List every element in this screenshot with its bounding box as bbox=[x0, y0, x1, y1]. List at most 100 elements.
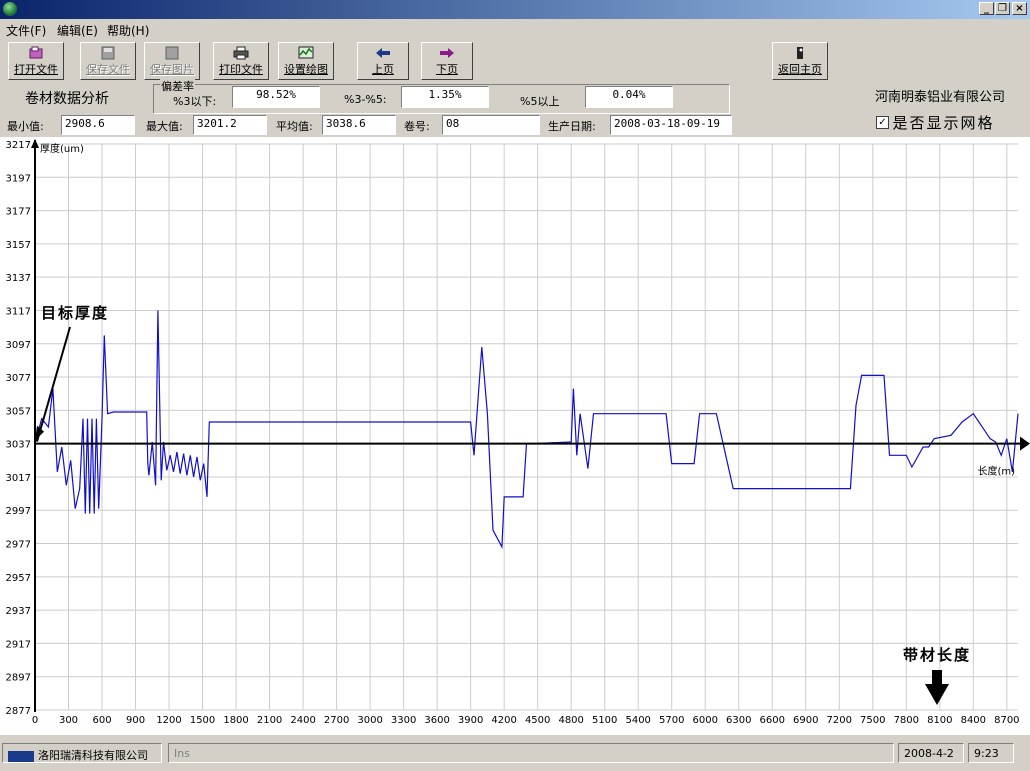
x-tick-label: 3900 bbox=[458, 715, 483, 726]
chart-area: 0 300 600 900 1200 1500 1800 2100 2400 2700 3000 33… bbox=[0, 137, 1030, 735]
y-tick-label: 2917 bbox=[6, 639, 31, 650]
strip-length-arrow bbox=[925, 670, 949, 705]
x-tick-label: 8700 bbox=[994, 715, 1019, 726]
save-file-icon bbox=[101, 46, 115, 60]
x-tick-label: 1200 bbox=[156, 715, 181, 726]
x-tick-label: 4200 bbox=[491, 715, 516, 726]
y-tick-label: 2977 bbox=[6, 540, 31, 551]
status-time-panel: 9:23 bbox=[968, 743, 1014, 763]
save-image-button[interactable]: 保存图片 bbox=[144, 42, 200, 80]
y-tick-label: 2997 bbox=[6, 506, 31, 517]
status-bar: 洛阳瑞清科技有限公司 Ins 2008-4-2 9:23 bbox=[0, 740, 1030, 771]
coil-label: 卷号: bbox=[404, 120, 430, 133]
prev-page-button[interactable]: 上页 bbox=[357, 42, 409, 80]
target-annotation: 目标厚度 bbox=[41, 304, 109, 322]
arrow-left-icon bbox=[376, 48, 390, 58]
grid-checkbox[interactable]: ✓ bbox=[876, 116, 889, 129]
thickness-chart: 0 300 600 900 1200 1500 1800 2100 2400 2700 3000 33… bbox=[6, 139, 1030, 726]
x-tick-label: 5100 bbox=[592, 715, 617, 726]
exit-door-icon bbox=[797, 47, 803, 59]
next-page-label: 下页 bbox=[436, 63, 458, 76]
print-file-label: 打印文件 bbox=[219, 63, 263, 76]
save-file-button[interactable]: 保存文件 bbox=[80, 42, 136, 80]
x-tick-label: 900 bbox=[126, 715, 145, 726]
return-home-label: 返回主页 bbox=[778, 63, 822, 76]
menu-help[interactable]: 帮助(H) bbox=[107, 22, 149, 39]
menu-file[interactable]: 文件(F) bbox=[6, 22, 46, 39]
print-file-button[interactable]: 打印文件 bbox=[213, 42, 269, 80]
y-tick-label: 2897 bbox=[6, 673, 31, 684]
max-label: 最大值: bbox=[146, 120, 183, 133]
y-tick-label: 2877 bbox=[6, 706, 31, 717]
grid-toggle[interactable]: ✓ 是否显示网格 bbox=[876, 112, 995, 133]
keyboard-icon bbox=[8, 750, 34, 762]
toolbar: 打开文件 保存文件 保存图片 打印文件 设置绘图 上页 下页 返回主页 bbox=[0, 39, 1030, 83]
avg-value: 3038.6 bbox=[322, 115, 396, 135]
min-label: 最小值: bbox=[7, 120, 44, 133]
status-company-panel: 洛阳瑞清科技有限公司 bbox=[2, 743, 162, 763]
max-value: 3201.2 bbox=[193, 115, 267, 135]
x-tick-label: 5700 bbox=[659, 715, 684, 726]
x-tick-label: 600 bbox=[92, 715, 111, 726]
x-tick-label: 4800 bbox=[558, 715, 583, 726]
y-tick-label: 3157 bbox=[6, 240, 31, 251]
x-tick-label: 3300 bbox=[391, 715, 416, 726]
x-tick-label: 7500 bbox=[860, 715, 885, 726]
x-tick-label: 6300 bbox=[726, 715, 751, 726]
min-value: 2908.6 bbox=[61, 115, 135, 135]
close-button[interactable]: × bbox=[1012, 2, 1027, 15]
minimize-button[interactable]: _ bbox=[979, 2, 994, 15]
open-file-icon bbox=[29, 46, 43, 59]
menu-edit[interactable]: 编辑(E) bbox=[57, 22, 98, 39]
grid-checkbox-label: 是否显示网格 bbox=[892, 114, 995, 132]
between3-5-label: %3-%5: bbox=[344, 93, 387, 106]
x-tick-label: 4500 bbox=[525, 715, 550, 726]
app-icon bbox=[3, 2, 17, 16]
y-tick-label: 3197 bbox=[6, 173, 31, 184]
company-name: 河南明泰铝业有限公司 bbox=[875, 90, 1006, 105]
return-home-button[interactable]: 返回主页 bbox=[772, 42, 828, 80]
date-value: 2008-03-18-09-19 bbox=[610, 115, 732, 135]
y-tick-label: 3177 bbox=[6, 207, 31, 218]
y-tick-label: 3217 bbox=[6, 140, 31, 151]
above5-value: 0.04% bbox=[585, 86, 673, 108]
open-file-label: 打开文件 bbox=[14, 63, 58, 76]
strip-length-annotation: 带材长度 bbox=[903, 646, 971, 664]
date-label: 生产日期: bbox=[548, 120, 596, 133]
save-image-label: 保存图片 bbox=[150, 63, 194, 76]
restore-button[interactable]: ❐ bbox=[995, 2, 1010, 15]
page-title: 卷材数据分析 bbox=[25, 91, 109, 107]
plot-settings-button[interactable]: 设置绘图 bbox=[278, 42, 334, 80]
target-annotation-arrowhead bbox=[35, 425, 44, 441]
below3-label: %3以下: bbox=[173, 95, 217, 108]
x-tick-label: 7800 bbox=[894, 715, 919, 726]
status-mode-panel: Ins bbox=[168, 743, 894, 763]
plot-settings-label: 设置绘图 bbox=[284, 63, 328, 76]
open-file-button[interactable]: 打开文件 bbox=[8, 42, 64, 80]
x-tick-label: 2700 bbox=[324, 715, 349, 726]
y-tick-label: 3097 bbox=[6, 340, 31, 351]
x-tick-label: 6600 bbox=[760, 715, 785, 726]
x-tick-label: 0 bbox=[32, 715, 38, 726]
menu-bar: 文件(F) 编辑(E) 帮助(H) bbox=[0, 19, 1030, 39]
status-time: 9:23 bbox=[974, 747, 999, 760]
y-tick-label: 2937 bbox=[6, 606, 31, 617]
printer-icon bbox=[233, 46, 249, 60]
y-tick-label: 2957 bbox=[6, 573, 31, 584]
x-tick-label: 2400 bbox=[290, 715, 315, 726]
y-tick-label: 3057 bbox=[6, 406, 31, 417]
x-tick-label: 1800 bbox=[223, 715, 248, 726]
prev-page-label: 上页 bbox=[372, 63, 394, 76]
x-tick-label: 8100 bbox=[927, 715, 952, 726]
above5-label: %5以上 bbox=[520, 95, 560, 108]
between3-5-value: 1.35% bbox=[401, 86, 489, 108]
arrow-right-icon bbox=[440, 48, 454, 58]
next-page-button[interactable]: 下页 bbox=[421, 42, 473, 80]
y-axis-label: 厚度(um) bbox=[40, 142, 84, 155]
x-tick-label: 3000 bbox=[357, 715, 382, 726]
y-tick-label: 3117 bbox=[6, 306, 31, 317]
x-tick-label: 7200 bbox=[827, 715, 852, 726]
avg-label: 平均值: bbox=[276, 120, 313, 133]
status-company: 洛阳瑞清科技有限公司 bbox=[38, 749, 148, 762]
deviation-group-label: 偏差率 bbox=[160, 78, 195, 94]
